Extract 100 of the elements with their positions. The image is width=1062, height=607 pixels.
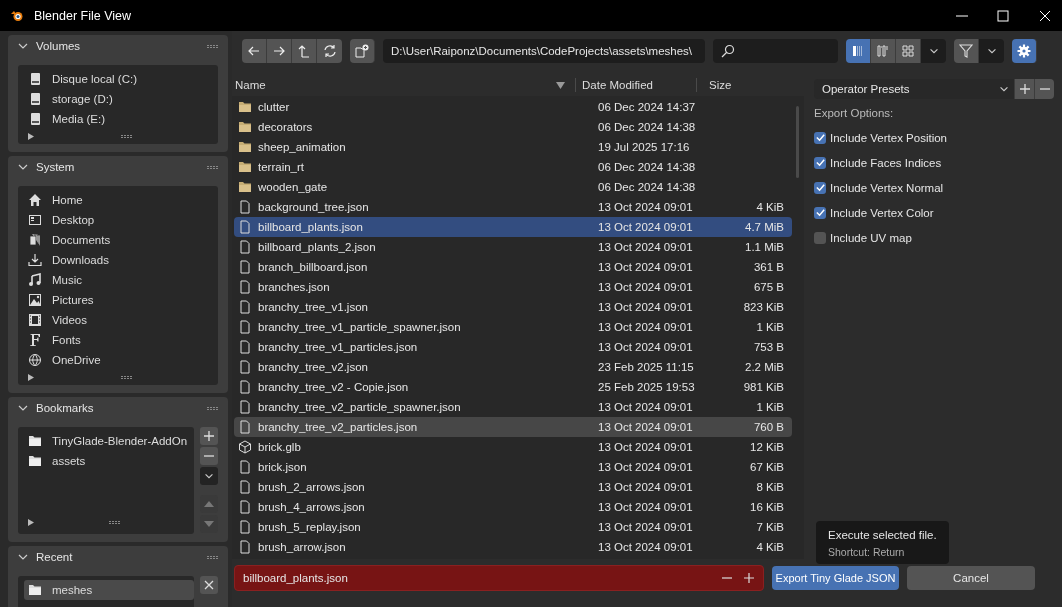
file-row[interactable]: branchy_tree_v2.json 23 Feb 2025 11:15 2.2 MiB	[234, 357, 792, 377]
column-header[interactable]: Date Modified	[582, 79, 653, 91]
panel-title[interactable]: Bookmarks	[36, 402, 94, 414]
file-row[interactable]: background_tree.json 13 Oct 2024 09:01 4 KiB	[234, 197, 792, 217]
new-folder-button[interactable]	[350, 39, 375, 63]
file-row[interactable]: branchy_tree_v1_particle_spawner.json 13 Oct 2024 09:01 1 KiB	[234, 317, 792, 337]
file-row[interactable]: branchy_tree_v2_particle_spawner.json 13 Oct 2024 09:01 1 KiB	[234, 397, 792, 417]
panel-title[interactable]: System	[36, 161, 75, 173]
sidebar-item[interactable]: assets	[24, 451, 194, 471]
remove-bookmark-button[interactable]	[200, 447, 218, 465]
file-row[interactable]: brush_2_arrows.json 13 Oct 2024 09:01 8 KiB	[234, 477, 792, 497]
sidebar-item[interactable]: Videos	[24, 310, 218, 330]
checkbox[interactable]	[814, 181, 826, 194]
add-preset-button[interactable]	[1014, 79, 1034, 99]
sidebar-item[interactable]: OneDrive	[24, 350, 218, 370]
menu-button[interactable]	[200, 467, 218, 485]
filter-button[interactable]	[954, 39, 979, 63]
filename-field[interactable]: billboard_plants.json	[234, 564, 764, 591]
file-icon	[238, 520, 252, 534]
file-row[interactable]: decorators 06 Dec 2024 14:38	[234, 117, 792, 137]
sidebar-item[interactable]: Fonts	[24, 330, 218, 350]
search-field[interactable]	[713, 39, 838, 63]
refresh-icon	[322, 44, 337, 58]
export-button[interactable]: Export Tiny Glade JSON	[772, 565, 899, 590]
collapse-chevron-icon[interactable]	[18, 41, 28, 51]
presets-dropdown[interactable]: Operator Presets	[814, 79, 1014, 99]
download-icon	[28, 253, 42, 267]
sidebar-item[interactable]: Media (E:)	[24, 109, 218, 129]
column-header[interactable]: Size	[709, 79, 732, 91]
checkbox-label[interactable]: Include UV map	[830, 231, 912, 244]
file-row[interactable]: brush_5_replay.json 13 Oct 2024 09:01 7 KiB	[234, 517, 792, 537]
file-row[interactable]: branchy_tree_v2_particles.json 13 Oct 2024 09:01 760 B	[234, 417, 792, 437]
sidebar-item[interactable]: Desktop	[24, 210, 218, 230]
refresh-button[interactable]	[317, 39, 342, 63]
date-cell: 13 Oct 2024 09:01	[598, 441, 693, 453]
dropdown-button[interactable]	[979, 39, 1004, 63]
file-row[interactable]: clutter 06 Dec 2024 14:37	[234, 97, 792, 117]
checkbox-label[interactable]: Include Vertex Color	[830, 206, 934, 219]
file-row[interactable]: wooden_gate 06 Dec 2024 14:38	[234, 177, 792, 197]
dropdown-button[interactable]	[921, 39, 946, 63]
file-row[interactable]: brick.json 13 Oct 2024 09:01 67 KiB	[234, 457, 792, 477]
sidebar-item[interactable]: Home	[24, 190, 218, 210]
checkbox[interactable]	[814, 156, 826, 169]
collapse-chevron-icon[interactable]	[18, 162, 28, 172]
file-row[interactable]: branches.json 13 Oct 2024 09:01 675 B	[234, 277, 792, 297]
cancel-button[interactable]: Cancel	[907, 565, 1035, 590]
grip-icon	[108, 520, 120, 524]
checkbox-label[interactable]: Include Vertex Position	[830, 131, 947, 144]
back-button[interactable]	[242, 39, 267, 63]
file-name: branchy_tree_v2 - Copie.json	[258, 381, 409, 393]
size-cell: 4 KiB	[756, 541, 784, 553]
sidebar-item[interactable]: Documents	[24, 230, 218, 250]
column-header[interactable]: Name	[235, 79, 266, 91]
file-row[interactable]: branchy_tree_v1_particles.json 13 Oct 2024 09:01 753 B	[234, 337, 792, 357]
checkbox-label[interactable]: Include Faces Indices	[830, 156, 942, 169]
sidebar-item[interactable]: Music	[24, 270, 218, 290]
forward-button[interactable]	[267, 39, 292, 63]
file-row[interactable]: billboard_plants.json 13 Oct 2024 09:01 4.7 MiB	[234, 217, 792, 237]
sort-triangle-icon	[556, 81, 565, 89]
checkbox-label[interactable]: Include Vertex Normal	[830, 181, 944, 194]
file-row[interactable]: brick.glb 13 Oct 2024 09:01 12 KiB	[234, 437, 792, 457]
path-field[interactable]: D:\User\Raiponz\Documents\CodeProjects\assets\meshes\	[383, 39, 705, 63]
sidebar-item[interactable]: Downloads	[24, 250, 218, 270]
file-name: brick.glb	[258, 441, 301, 453]
view-mode-button[interactable]	[896, 39, 921, 63]
parent-directory-button[interactable]	[292, 39, 317, 63]
collapse-chevron-icon[interactable]	[18, 403, 28, 413]
scrollbar[interactable]	[796, 106, 799, 178]
date-cell: 25 Feb 2025 19:53	[598, 381, 695, 393]
sidebar-item[interactable]: Pictures	[24, 290, 218, 310]
add-bookmark-button[interactable]	[200, 427, 218, 445]
sidebar-item[interactable]: storage (D:)	[24, 89, 218, 109]
remove-preset-button[interactable]	[1034, 79, 1054, 99]
file-row[interactable]: brush_4_arrows.json 13 Oct 2024 09:01 16 KiB	[234, 497, 792, 517]
panel-title[interactable]: Volumes	[36, 40, 81, 52]
date-cell: 13 Oct 2024 09:01	[598, 401, 693, 413]
size-cell: 67 KiB	[750, 461, 784, 473]
documents-icon	[28, 233, 42, 247]
sidebar-item[interactable]: Disque local (C:)	[24, 69, 218, 89]
tooltip-shortcut: Shortcut: Return	[828, 546, 906, 558]
view-mode-button[interactable]	[846, 39, 871, 63]
size-cell: 4.7 MiB	[745, 221, 784, 233]
checkbox[interactable]	[814, 131, 826, 144]
file-row[interactable]: sheep_animation 19 Jul 2025 17:16	[234, 137, 792, 157]
file-row[interactable]: brush_arrow.json 13 Oct 2024 09:01 4 KiB	[234, 537, 792, 557]
checkbox[interactable]	[814, 231, 826, 244]
file-row[interactable]: branchy_tree_v1.json 13 Oct 2024 09:01 823 KiB	[234, 297, 792, 317]
back-arrow-icon	[247, 44, 261, 58]
panel-title[interactable]: Recent	[36, 551, 73, 563]
settings-button[interactable]	[1012, 39, 1037, 63]
file-row[interactable]: branch_billboard.json 13 Oct 2024 09:01 361 B	[234, 257, 792, 277]
checkbox[interactable]	[814, 206, 826, 219]
folder-icon	[28, 583, 42, 597]
collapse-chevron-icon[interactable]	[18, 552, 28, 562]
file-row[interactable]: branchy_tree_v2 - Copie.json 25 Feb 2025 19:53 981 KiB	[234, 377, 792, 397]
clear-button[interactable]	[200, 576, 218, 594]
file-row[interactable]: billboard_plants_2.json 13 Oct 2024 09:01 1.1 MiB	[234, 237, 792, 257]
sidebar-item[interactable]: TinyGlade-Blender-AddOn	[24, 431, 194, 451]
sidebar-item[interactable]: meshes	[24, 580, 194, 600]
file-row[interactable]: terrain_rt 06 Dec 2024 14:38	[234, 157, 792, 177]
